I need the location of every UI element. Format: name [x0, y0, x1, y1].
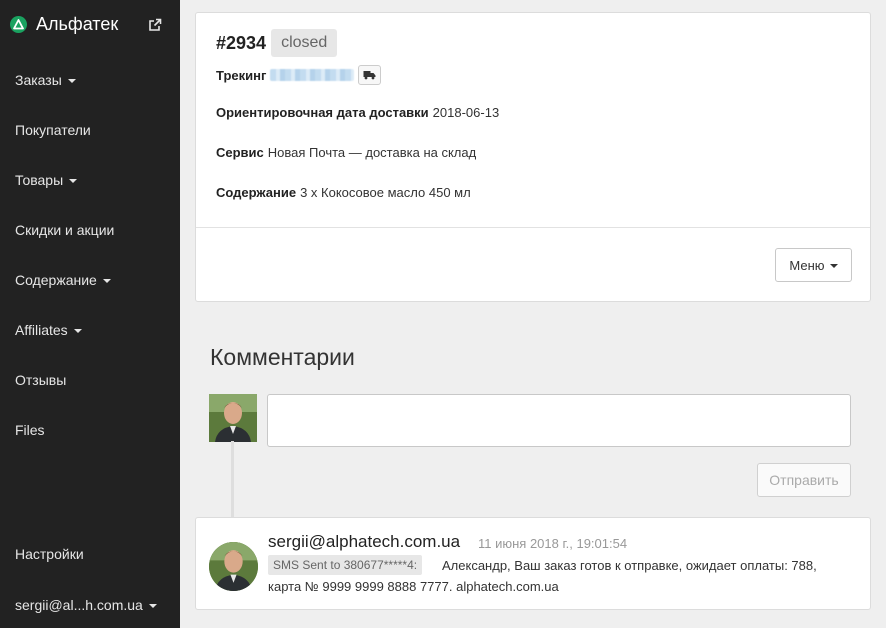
order-panel: #2934 closed Трекинг Ориентировочная дат… — [195, 12, 871, 302]
sidebar: Альфатек Заказы Покупатели Товары Скидки… — [0, 0, 180, 628]
avatar — [209, 394, 257, 442]
external-link-icon[interactable] — [148, 18, 162, 32]
caret-down-icon — [829, 264, 838, 268]
sidebar-item-label: Товары — [15, 172, 64, 188]
content-label: Содержание — [216, 185, 297, 200]
comment-text: Александр, Ваш заказ готов к отправке, о… — [442, 558, 817, 573]
brand[interactable]: Альфатек — [10, 14, 118, 35]
sidebar-item-reviews[interactable]: Отзывы — [15, 372, 66, 388]
content-row: Содержание 3 x Кокосовое масло 450 мл — [216, 185, 471, 200]
sidebar-item-files[interactable]: Files — [15, 422, 45, 438]
sidebar-item-products[interactable]: Товары — [15, 172, 78, 188]
sidebar-item-label: Files — [15, 422, 45, 438]
comment-item: sergii@alphatech.com.ua 11 июня 2018 г.,… — [195, 517, 871, 610]
menu-button[interactable]: Меню — [775, 248, 852, 282]
user-menu[interactable]: sergii@al...h.com.ua — [15, 597, 157, 613]
content-value: 3 x Кокосовое масло 450 мл — [300, 185, 471, 200]
sidebar-item-discounts[interactable]: Скидки и акции — [15, 222, 114, 238]
comment-timestamp: 11 июня 2018 г., 19:01:54 — [478, 536, 628, 551]
tracking-row: Трекинг — [216, 65, 382, 85]
service-row: Сервис Новая Почта — доставка на склад — [216, 145, 476, 160]
panel-divider — [196, 227, 870, 228]
track-shipment-button[interactable] — [358, 65, 382, 85]
user-email: sergii@al...h.com.ua — [15, 597, 143, 613]
sidebar-item-label: Содержание — [15, 272, 97, 288]
delivery-row: Ориентировочная дата доставки 2018-06-13 — [216, 105, 499, 120]
status-badge: closed — [271, 29, 338, 57]
service-value: Новая Почта — доставка на склад — [267, 145, 477, 160]
caret-down-icon — [102, 279, 111, 283]
sms-tag: SMS Sent to 380677*****4: — [268, 555, 423, 575]
sidebar-item-orders[interactable]: Заказы — [15, 72, 76, 88]
caret-down-icon — [67, 79, 76, 83]
caret-down-icon — [148, 604, 157, 608]
tracking-label: Трекинг — [216, 67, 267, 83]
brand-name: Альфатек — [36, 14, 119, 34]
sidebar-item-affiliates[interactable]: Affiliates — [15, 322, 82, 338]
caret-down-icon — [73, 329, 82, 333]
order-number: #2934 — [216, 32, 267, 53]
sidebar-item-label: Настройки — [15, 546, 84, 562]
send-button[interactable]: Отправить — [757, 463, 851, 497]
brand-logo-icon — [10, 16, 27, 33]
sidebar-item-content[interactable]: Содержание — [15, 272, 111, 288]
timeline-line — [231, 441, 234, 517]
comments-title: Комментарии — [210, 344, 355, 370]
comment-author: sergii@alphatech.com.ua — [268, 532, 461, 551]
sidebar-item-label: Скидки и акции — [15, 222, 115, 238]
delivery-date: 2018-06-13 — [432, 105, 500, 120]
comment-input[interactable] — [267, 394, 851, 447]
comment-text: карта № 9999 9999 8888 7777. alphatech.c… — [268, 579, 559, 594]
avatar — [209, 542, 258, 591]
sidebar-item-label: Affiliates — [15, 322, 68, 338]
sidebar-item-customers[interactable]: Покупатели — [15, 122, 91, 138]
sidebar-item-label: Покупатели — [15, 122, 91, 138]
tracking-number-redacted — [270, 69, 355, 81]
sidebar-item-label: Отзывы — [15, 372, 67, 388]
sidebar-item-label: Заказы — [15, 72, 62, 88]
sidebar-item-settings[interactable]: Настройки — [15, 546, 84, 562]
order-header: #2934 closed — [216, 29, 338, 57]
truck-icon — [363, 71, 376, 80]
service-label: Сервис — [216, 145, 264, 160]
menu-button-label: Меню — [789, 257, 825, 273]
caret-down-icon — [69, 179, 78, 183]
delivery-label: Ориентировочная дата доставки — [216, 105, 429, 120]
